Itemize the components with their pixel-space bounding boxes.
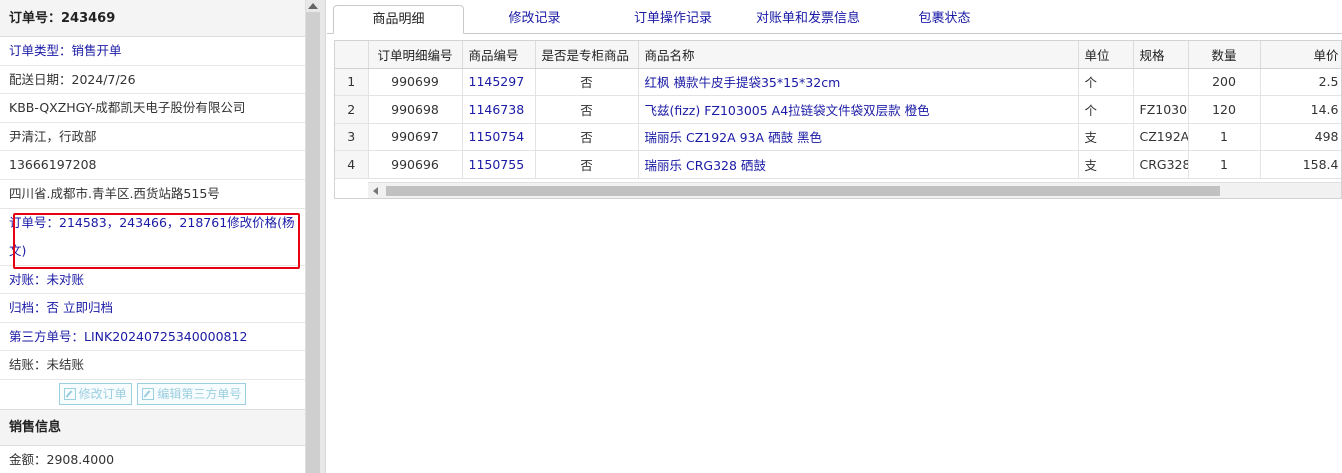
edit-icon — [63, 387, 76, 400]
product-name-link[interactable]: 瑞丽乐 CRG328 硒鼓 — [638, 150, 1079, 179]
column-header[interactable]: 数量 — [1188, 41, 1261, 69]
counter-flag: 否 — [535, 68, 639, 96]
quantity: 200 — [1188, 68, 1261, 96]
edit-third-party-button-label: 编辑第三方单号 — [157, 386, 242, 401]
product-grid: 订单明细编号 商品编号 是否是专柜商品 商品名称 单位 规格 数量 单价 1 9… — [334, 40, 1342, 199]
column-header[interactable]: 商品编号 — [462, 41, 536, 69]
product-code-link[interactable]: 1146738 — [462, 95, 536, 124]
row-number: 3 — [335, 123, 369, 151]
tab-product-details[interactable]: 商品明细 — [333, 5, 464, 34]
row-number: 1 — [335, 68, 369, 96]
horizontal-scroll-thumb[interactable] — [386, 186, 1220, 196]
contact-person: 尹清江，行政部 — [0, 123, 305, 152]
column-header[interactable]: 单价 — [1260, 41, 1341, 69]
unit: 支 — [1078, 123, 1134, 151]
delivery-address: 四川省.成都市.青羊区.西货站路515号 — [0, 180, 305, 209]
settle-status: 结账：未结账 — [0, 351, 305, 380]
spec — [1133, 68, 1189, 96]
archive-status: 归档：否 立即归档 — [0, 294, 305, 323]
scroll-left-arrow-icon[interactable] — [373, 187, 378, 195]
counter-flag: 否 — [535, 95, 639, 124]
column-header[interactable]: 单位 — [1078, 41, 1134, 69]
unit-price: 498 — [1260, 123, 1341, 151]
horizontal-scrollbar[interactable] — [368, 182, 1341, 198]
product-code-link[interactable]: 1150754 — [462, 123, 536, 151]
product-code-link[interactable]: 1145297 — [462, 68, 536, 96]
column-header[interactable]: 商品名称 — [638, 41, 1079, 69]
quantity: 1 — [1188, 123, 1261, 151]
edit-third-party-button[interactable]: 编辑第三方单号 — [137, 382, 247, 405]
archive-label: 归档：否 — [9, 300, 60, 316]
amount: 金额：2908.4000 — [0, 446, 305, 473]
edit-order-button[interactable]: 修改订单 — [58, 382, 132, 405]
column-header[interactable]: 规格 — [1133, 41, 1189, 69]
unit-price: 158.4 — [1260, 150, 1341, 179]
order-number-title: 订单号：243469 — [0, 0, 305, 37]
detail-number: 990699 — [368, 68, 463, 96]
product-name-link[interactable]: 红枫 横款牛皮手提袋35*15*32cm — [638, 68, 1079, 96]
reconcile-status: 对账：未对账 — [0, 266, 305, 295]
detail-number: 990698 — [368, 95, 463, 124]
table-row[interactable]: 1 990699 1145297 否 红枫 横款牛皮手提袋35*15*32cm … — [335, 68, 1341, 96]
detail-number: 990697 — [368, 123, 463, 151]
quantity: 120 — [1188, 95, 1261, 124]
detail-number: 990696 — [368, 150, 463, 179]
quantity: 1 — [1188, 150, 1261, 179]
spec: CZ192A — [1133, 123, 1189, 151]
product-name-link[interactable]: 飞兹(fizz) FZ103005 A4拉链袋文件袋双层款 橙色 — [638, 95, 1079, 124]
sales-info-header: 销售信息 — [0, 409, 305, 446]
archive-now-link[interactable]: 立即归档 — [63, 300, 113, 315]
tab-modification-log[interactable]: 修改记录 — [477, 5, 592, 34]
row-number: 4 — [335, 150, 369, 179]
spec: CRG328 — [1133, 150, 1189, 179]
detail-area: 商品明细 修改记录 订单操作记录 对账单和发票信息 包裹状态 订单明细编号 商品… — [327, 0, 1342, 473]
tab-bar: 商品明细 修改记录 订单操作记录 对账单和发票信息 包裹状态 — [327, 0, 1342, 34]
edit-icon — [142, 387, 155, 400]
order-note: 订单号：214583，243466，218761修改价格(杨文) — [0, 209, 305, 266]
customer-company: KBB-QXZHGY-成都凯天电子股份有限公司 — [0, 94, 305, 123]
product-code-link[interactable]: 1150755 — [462, 150, 536, 179]
unit: 支 — [1078, 150, 1134, 179]
order-type: 订单类型：销售开单 — [0, 37, 305, 66]
tab-package-status[interactable]: 包裹状态 — [897, 5, 992, 34]
unit-price: 2.5 — [1260, 68, 1341, 96]
table-row[interactable]: 2 990698 1146738 否 飞兹(fizz) FZ103005 A4拉… — [335, 95, 1341, 124]
product-name-link[interactable]: 瑞丽乐 CZ192A 93A 硒鼓 黑色 — [638, 123, 1079, 151]
product-table: 订单明细编号 商品编号 是否是专柜商品 商品名称 单位 规格 数量 单价 1 9… — [335, 41, 1341, 179]
edit-order-button-label: 修改订单 — [78, 386, 127, 401]
unit-price: 14.6 — [1260, 95, 1341, 124]
row-number: 2 — [335, 95, 369, 124]
tab-invoice-info[interactable]: 对账单和发票信息 — [742, 5, 874, 34]
column-header[interactable]: 订单明细编号 — [368, 41, 463, 69]
spec: FZ103005 — [1133, 95, 1189, 124]
order-info-panel: 订单号：243469 订单类型：销售开单 配送日期：2024/7/26 KBB-… — [0, 0, 306, 473]
counter-flag: 否 — [535, 123, 639, 151]
unit: 个 — [1078, 68, 1134, 96]
table-header-row: 订单明细编号 商品编号 是否是专柜商品 商品名称 单位 规格 数量 单价 — [335, 41, 1341, 69]
column-header[interactable]: 是否是专柜商品 — [535, 41, 639, 69]
scroll-up-arrow-icon[interactable] — [308, 3, 318, 9]
scroll-thumb[interactable] — [306, 12, 320, 473]
table-row[interactable]: 3 990697 1150754 否 瑞丽乐 CZ192A 93A 硒鼓 黑色 … — [335, 123, 1341, 151]
third-party-order-number: 第三方单号：LINK20240725340000812 — [0, 323, 305, 352]
action-button-row: 修改订单 编辑第三方单号 — [0, 380, 305, 410]
column-header — [335, 41, 369, 69]
vertical-scrollbar[interactable] — [306, 0, 326, 473]
table-row[interactable]: 4 990696 1150755 否 瑞丽乐 CRG328 硒鼓 支 CRG32… — [335, 150, 1341, 179]
tab-order-operation-log[interactable]: 订单操作记录 — [612, 5, 734, 34]
contact-phone: 13666197208 — [0, 151, 305, 180]
delivery-date: 配送日期：2024/7/26 — [0, 66, 305, 95]
unit: 个 — [1078, 95, 1134, 124]
counter-flag: 否 — [535, 150, 639, 179]
